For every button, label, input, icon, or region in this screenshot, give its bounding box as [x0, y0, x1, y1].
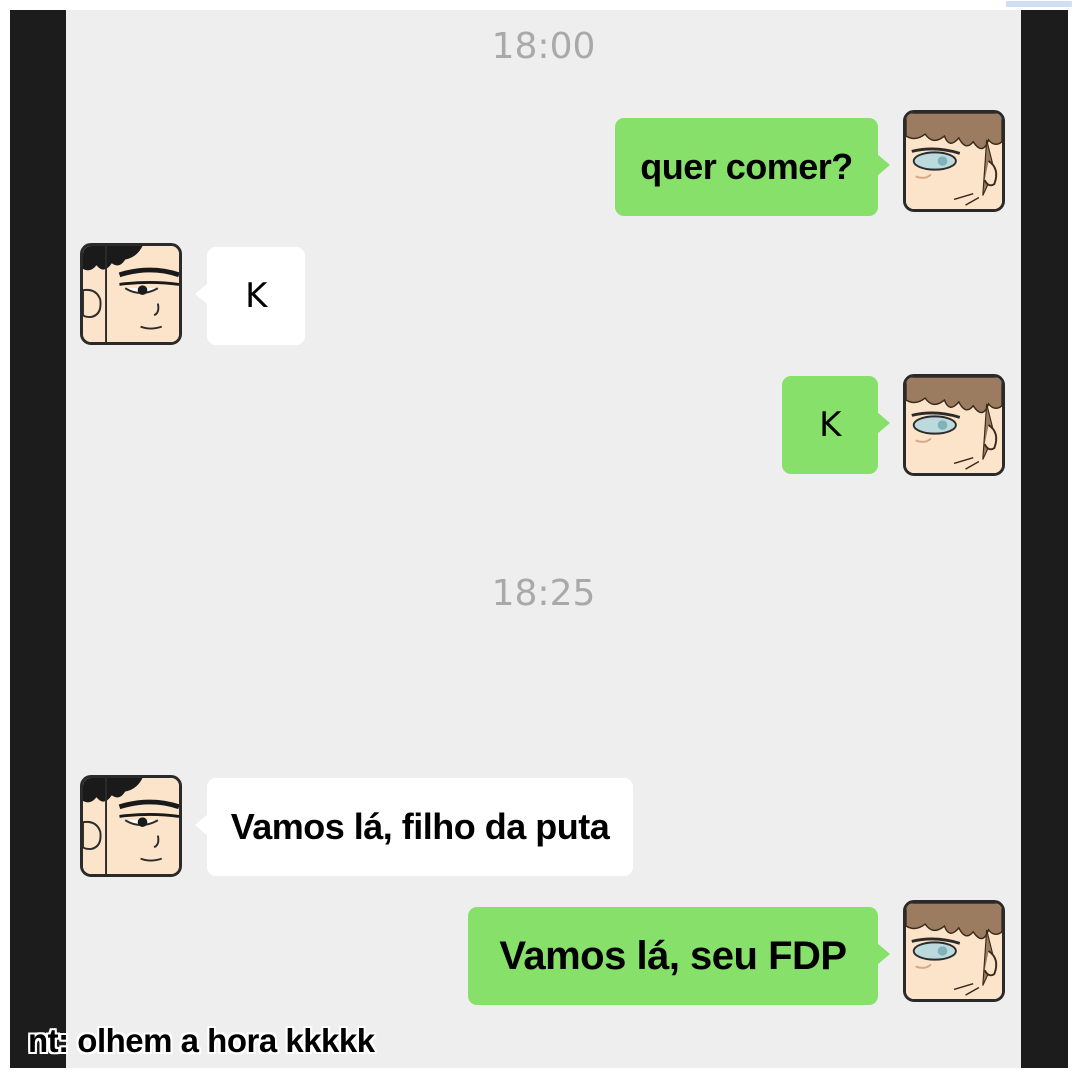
message-text: K	[819, 405, 841, 445]
watermark	[1006, 1, 1072, 7]
message-text: Vamos lá, filho da puta	[230, 806, 610, 847]
translator-note: nt: olhem a hora kkkkk	[28, 1022, 375, 1059]
message-bubble-sent[interactable]: quer comer?	[615, 118, 890, 216]
black-hair-avatar-icon[interactable]	[80, 775, 182, 877]
message-text: Vamos lá, seu FDP	[499, 933, 847, 978]
message-text: K	[245, 276, 267, 316]
message-bubble-received[interactable]: K	[195, 247, 305, 345]
timestamp: 18:00	[491, 26, 596, 67]
message-text: quer comer?	[640, 146, 853, 187]
message-bubble-sent[interactable]: Vamos lá, seu FDP	[468, 907, 890, 1005]
chat-panel: 18:00 quer comer? K K 18:25 Vamos lá, fi…	[66, 10, 1021, 1068]
brown-hair-avatar-icon[interactable]	[903, 900, 1005, 1002]
timestamp: 18:25	[491, 573, 596, 614]
black-hair-avatar-icon[interactable]	[80, 243, 182, 345]
message-bubble-received[interactable]: Vamos lá, filho da puta	[195, 778, 633, 876]
brown-hair-avatar-icon[interactable]	[903, 374, 1005, 476]
brown-hair-avatar-icon[interactable]	[903, 110, 1005, 212]
message-bubble-sent[interactable]: K	[782, 376, 890, 474]
